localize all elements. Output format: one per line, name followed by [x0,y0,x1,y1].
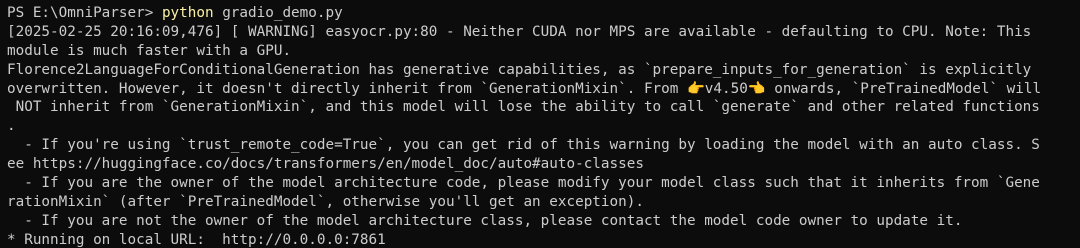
output-line: - If you are the owner of the model arch… [7,175,1040,192]
output-line: Florence2LanguageForConditionalGeneratio… [7,61,1032,78]
shell-prompt: PS E:\OmniParser> [7,5,162,21]
output-line: NOT inherit from `GenerationMixin`, and … [7,99,1040,116]
output-line: overwritten. However, it doesn't directl… [7,80,1042,97]
output-line-warning: [2025-02-25 20:16:09,476] [ WARNING] eas… [7,23,1032,40]
output-line-docs-url: ee https://huggingface.co/docs/transform… [7,156,644,173]
output-line: module is much faster with a GPU. [7,42,292,59]
output-line: - If you're using `trust_remote_code=Tru… [7,137,1040,154]
command-args: gradio_demo.py [213,5,343,21]
output-line: rationMixin` (after `PreTrainedModel`, o… [7,193,644,210]
terminal-window[interactable]: PS E:\OmniParser> python gradio_demo.py … [0,0,1080,248]
command-line: PS E:\OmniParser> python gradio_demo.py [7,4,1080,23]
output-line: - If you are not the owner of the model … [7,212,963,229]
output-line-local-url: * Running on local URL: http://0.0.0.0:7… [7,231,386,248]
command-name: python [161,5,214,21]
output-line: . [7,118,16,135]
